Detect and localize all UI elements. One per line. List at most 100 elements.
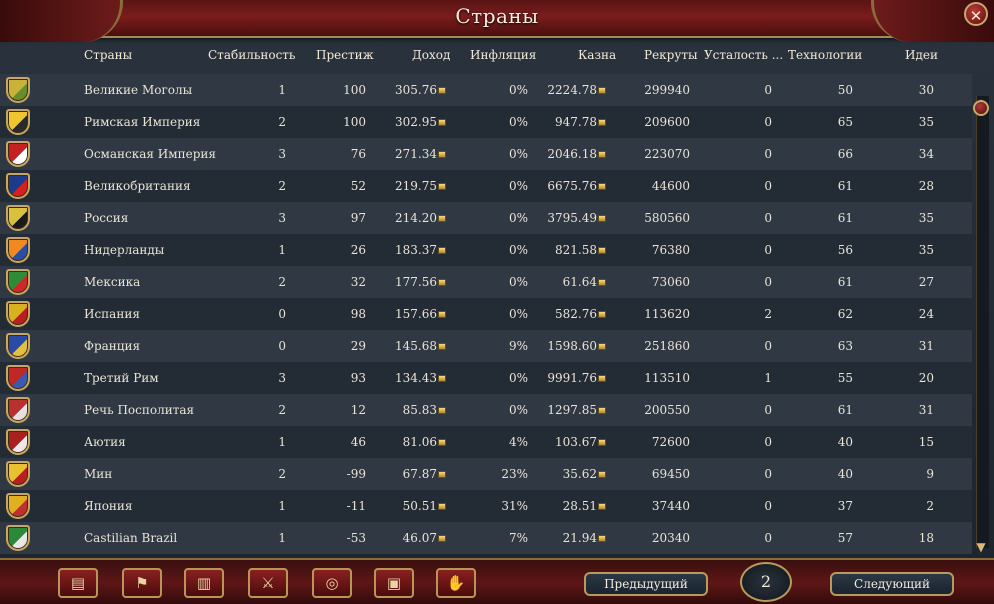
treasury-cell: 947.78 xyxy=(555,115,606,129)
next-page-button[interactable]: Следующий xyxy=(830,572,954,596)
country-flag-icon[interactable] xyxy=(6,397,30,423)
table-row[interactable]: Римская Империя 2 100 302.95 0% 947.78 209600 0… xyxy=(0,106,972,138)
war-exhaustion-cell: 2 xyxy=(764,307,772,321)
manpower-cell-value: 76380 xyxy=(651,243,690,257)
column-header-prestige[interactable]: Престиж xyxy=(316,48,374,62)
country-flag-icon[interactable] xyxy=(6,461,30,487)
country-flag-icon[interactable] xyxy=(6,141,30,167)
column-header-country[interactable]: Страны xyxy=(84,48,132,62)
country-flag-icon[interactable] xyxy=(6,109,30,135)
war-exhaustion-cell: 0 xyxy=(764,403,772,417)
inflation-cell: 0% xyxy=(509,83,528,97)
column-header-war-exhaustion[interactable]: Усталость ... xyxy=(704,48,783,62)
table-row[interactable]: Castilian Brazil 1 -53 46.07 7% 21.94 20340 0 57… xyxy=(0,522,972,554)
income-cell: 302.95 xyxy=(395,115,446,129)
column-header-inflation[interactable]: Инфляция xyxy=(470,48,536,62)
table-row[interactable]: Япония 1 -11 50.51 31% 28.51 37440 0 37 2 xyxy=(0,490,972,522)
country-flag-icon[interactable] xyxy=(6,429,30,455)
country-name[interactable]: Великие Моголы xyxy=(84,83,192,97)
country-flag-icon[interactable] xyxy=(6,237,30,263)
inflation-cell: 23% xyxy=(501,467,528,481)
country-flag-icon[interactable] xyxy=(6,525,30,551)
country-name[interactable]: Мексика xyxy=(84,275,140,289)
column-header-treasury[interactable]: Казна xyxy=(578,48,616,62)
ideas-cell: 18 xyxy=(919,531,934,545)
table-row[interactable]: Речь Посполитая 2 12 85.83 0% 1297.85 200550 0 6… xyxy=(0,394,972,426)
inflation-cell-value: 0% xyxy=(508,275,528,289)
country-name[interactable]: Речь Посполитая xyxy=(84,403,194,417)
country-flag-icon[interactable] xyxy=(6,365,30,391)
gold-coin-icon xyxy=(598,311,606,318)
country-name[interactable]: Аютия xyxy=(84,435,126,449)
handshake-icon: ✋ xyxy=(446,574,466,592)
income-cell: 305.76 xyxy=(395,83,446,97)
technology-cell-value: 55 xyxy=(837,371,853,385)
gold-coin-icon xyxy=(438,375,446,382)
close-button[interactable]: ✕ xyxy=(964,2,988,26)
technology-cell: 40 xyxy=(838,467,853,481)
country-name[interactable]: Испания xyxy=(84,307,140,321)
table-row[interactable]: Нидерланды 1 26 183.37 0% 821.58 76380 0 56 35 xyxy=(0,234,972,266)
table-row[interactable]: Франция 0 29 145.68 9% 1598.60 251860 0 63 31 xyxy=(0,330,972,362)
inflation-cell: 0% xyxy=(509,211,528,225)
country-name[interactable]: Римская Империя xyxy=(84,115,200,129)
country-flag-icon[interactable] xyxy=(6,333,30,359)
country-name[interactable]: Третий Рим xyxy=(84,371,159,385)
ledger-book-button[interactable]: ▤ xyxy=(58,568,98,598)
treasury-cell-value: 2224.78 xyxy=(547,83,597,97)
country-name[interactable]: Великобритания xyxy=(84,179,191,193)
table-row[interactable]: Аютия 1 46 81.06 4% 103.67 72600 0 40 15 xyxy=(0,426,972,458)
war-exhaustion-cell-value: 2 xyxy=(764,307,772,321)
table-header: Страны Стабильность Престиж Доход Инфляц… xyxy=(0,40,975,72)
table-row[interactable]: Испания 0 98 157.66 0% 582.76 113620 2 62 24 xyxy=(0,298,972,330)
buildings-button[interactable]: ▥ xyxy=(184,568,224,598)
stability-cell: 0 xyxy=(278,339,286,353)
trade-button[interactable]: ▣ xyxy=(374,568,414,598)
scroll-down-arrow-icon[interactable]: ▼ xyxy=(972,540,990,554)
war-exhaustion-cell-value: 0 xyxy=(764,531,772,545)
country-flag-icon[interactable] xyxy=(6,205,30,231)
ideas-cell-value: 35 xyxy=(918,211,934,225)
table-row[interactable]: Россия 3 97 214.20 0% 3795.49 580560 0 61 35 xyxy=(0,202,972,234)
country-flag-icon[interactable] xyxy=(6,301,30,327)
ledger-window: Страны ✕ Страны Стабильность Престиж Дох… xyxy=(0,0,994,604)
diplomacy-button[interactable]: ✋ xyxy=(436,568,476,598)
table-row[interactable]: Великобритания 2 52 219.75 0% 6675.76 44600 0 61… xyxy=(0,170,972,202)
country-name[interactable]: Япония xyxy=(84,499,132,513)
country-name[interactable]: Нидерланды xyxy=(84,243,164,257)
inflation-cell: 0% xyxy=(509,115,528,129)
column-header-stability[interactable]: Стабильность xyxy=(208,48,295,62)
scrollbar-track[interactable] xyxy=(976,96,989,548)
table-row[interactable]: Мин 2 -99 67.87 23% 35.62 69450 0 40 9 xyxy=(0,458,972,490)
column-header-ideas[interactable]: Идеи xyxy=(905,48,938,62)
country-flag-icon[interactable] xyxy=(6,173,30,199)
treasury-cell: 821.58 xyxy=(555,243,606,257)
column-header-manpower[interactable]: Рекруты xyxy=(644,48,698,62)
military-button[interactable]: ⚔ xyxy=(248,568,288,598)
table-row[interactable]: Османская Империя 3 76 271.34 0% 2046.18 22307… xyxy=(0,138,972,170)
country-flag-icon[interactable] xyxy=(6,77,30,103)
column-header-income[interactable]: Доход xyxy=(412,48,450,62)
flag-button[interactable]: ⚑ xyxy=(122,568,162,598)
table-row[interactable]: Третий Рим 3 93 134.43 0% 9991.76 113510 1 55 20 xyxy=(0,362,972,394)
country-name[interactable]: Османская Империя xyxy=(84,147,216,161)
income-cell: 46.07 xyxy=(403,531,446,545)
country-flag-icon[interactable] xyxy=(6,493,30,519)
table-row[interactable]: Великие Моголы 1 100 305.76 0% 2224.78 299940 0… xyxy=(0,74,972,106)
table-row[interactable]: Мексика 2 32 177.56 0% 61.64 73060 0 61 27 xyxy=(0,266,972,298)
previous-page-button[interactable]: Предыдущий xyxy=(584,572,708,596)
country-flag-icon[interactable] xyxy=(6,269,30,295)
country-name[interactable]: Россия xyxy=(84,211,128,225)
country-name[interactable]: Мин xyxy=(84,467,112,481)
prestige-cell-value: 12 xyxy=(350,403,366,417)
column-header-technology[interactable]: Технологии xyxy=(788,48,862,62)
country-name[interactable]: Castilian Brazil xyxy=(84,531,177,545)
stability-cell-value: 0 xyxy=(278,339,286,353)
economy-button[interactable]: ◎ xyxy=(312,568,352,598)
ideas-cell-value: 30 xyxy=(918,83,934,97)
country-name[interactable]: Франция xyxy=(84,339,140,353)
ideas-cell: 15 xyxy=(919,435,934,449)
scrollbar-thumb[interactable] xyxy=(973,100,989,116)
coins-icon: ◎ xyxy=(325,574,339,592)
inflation-cell: 0% xyxy=(509,243,528,257)
